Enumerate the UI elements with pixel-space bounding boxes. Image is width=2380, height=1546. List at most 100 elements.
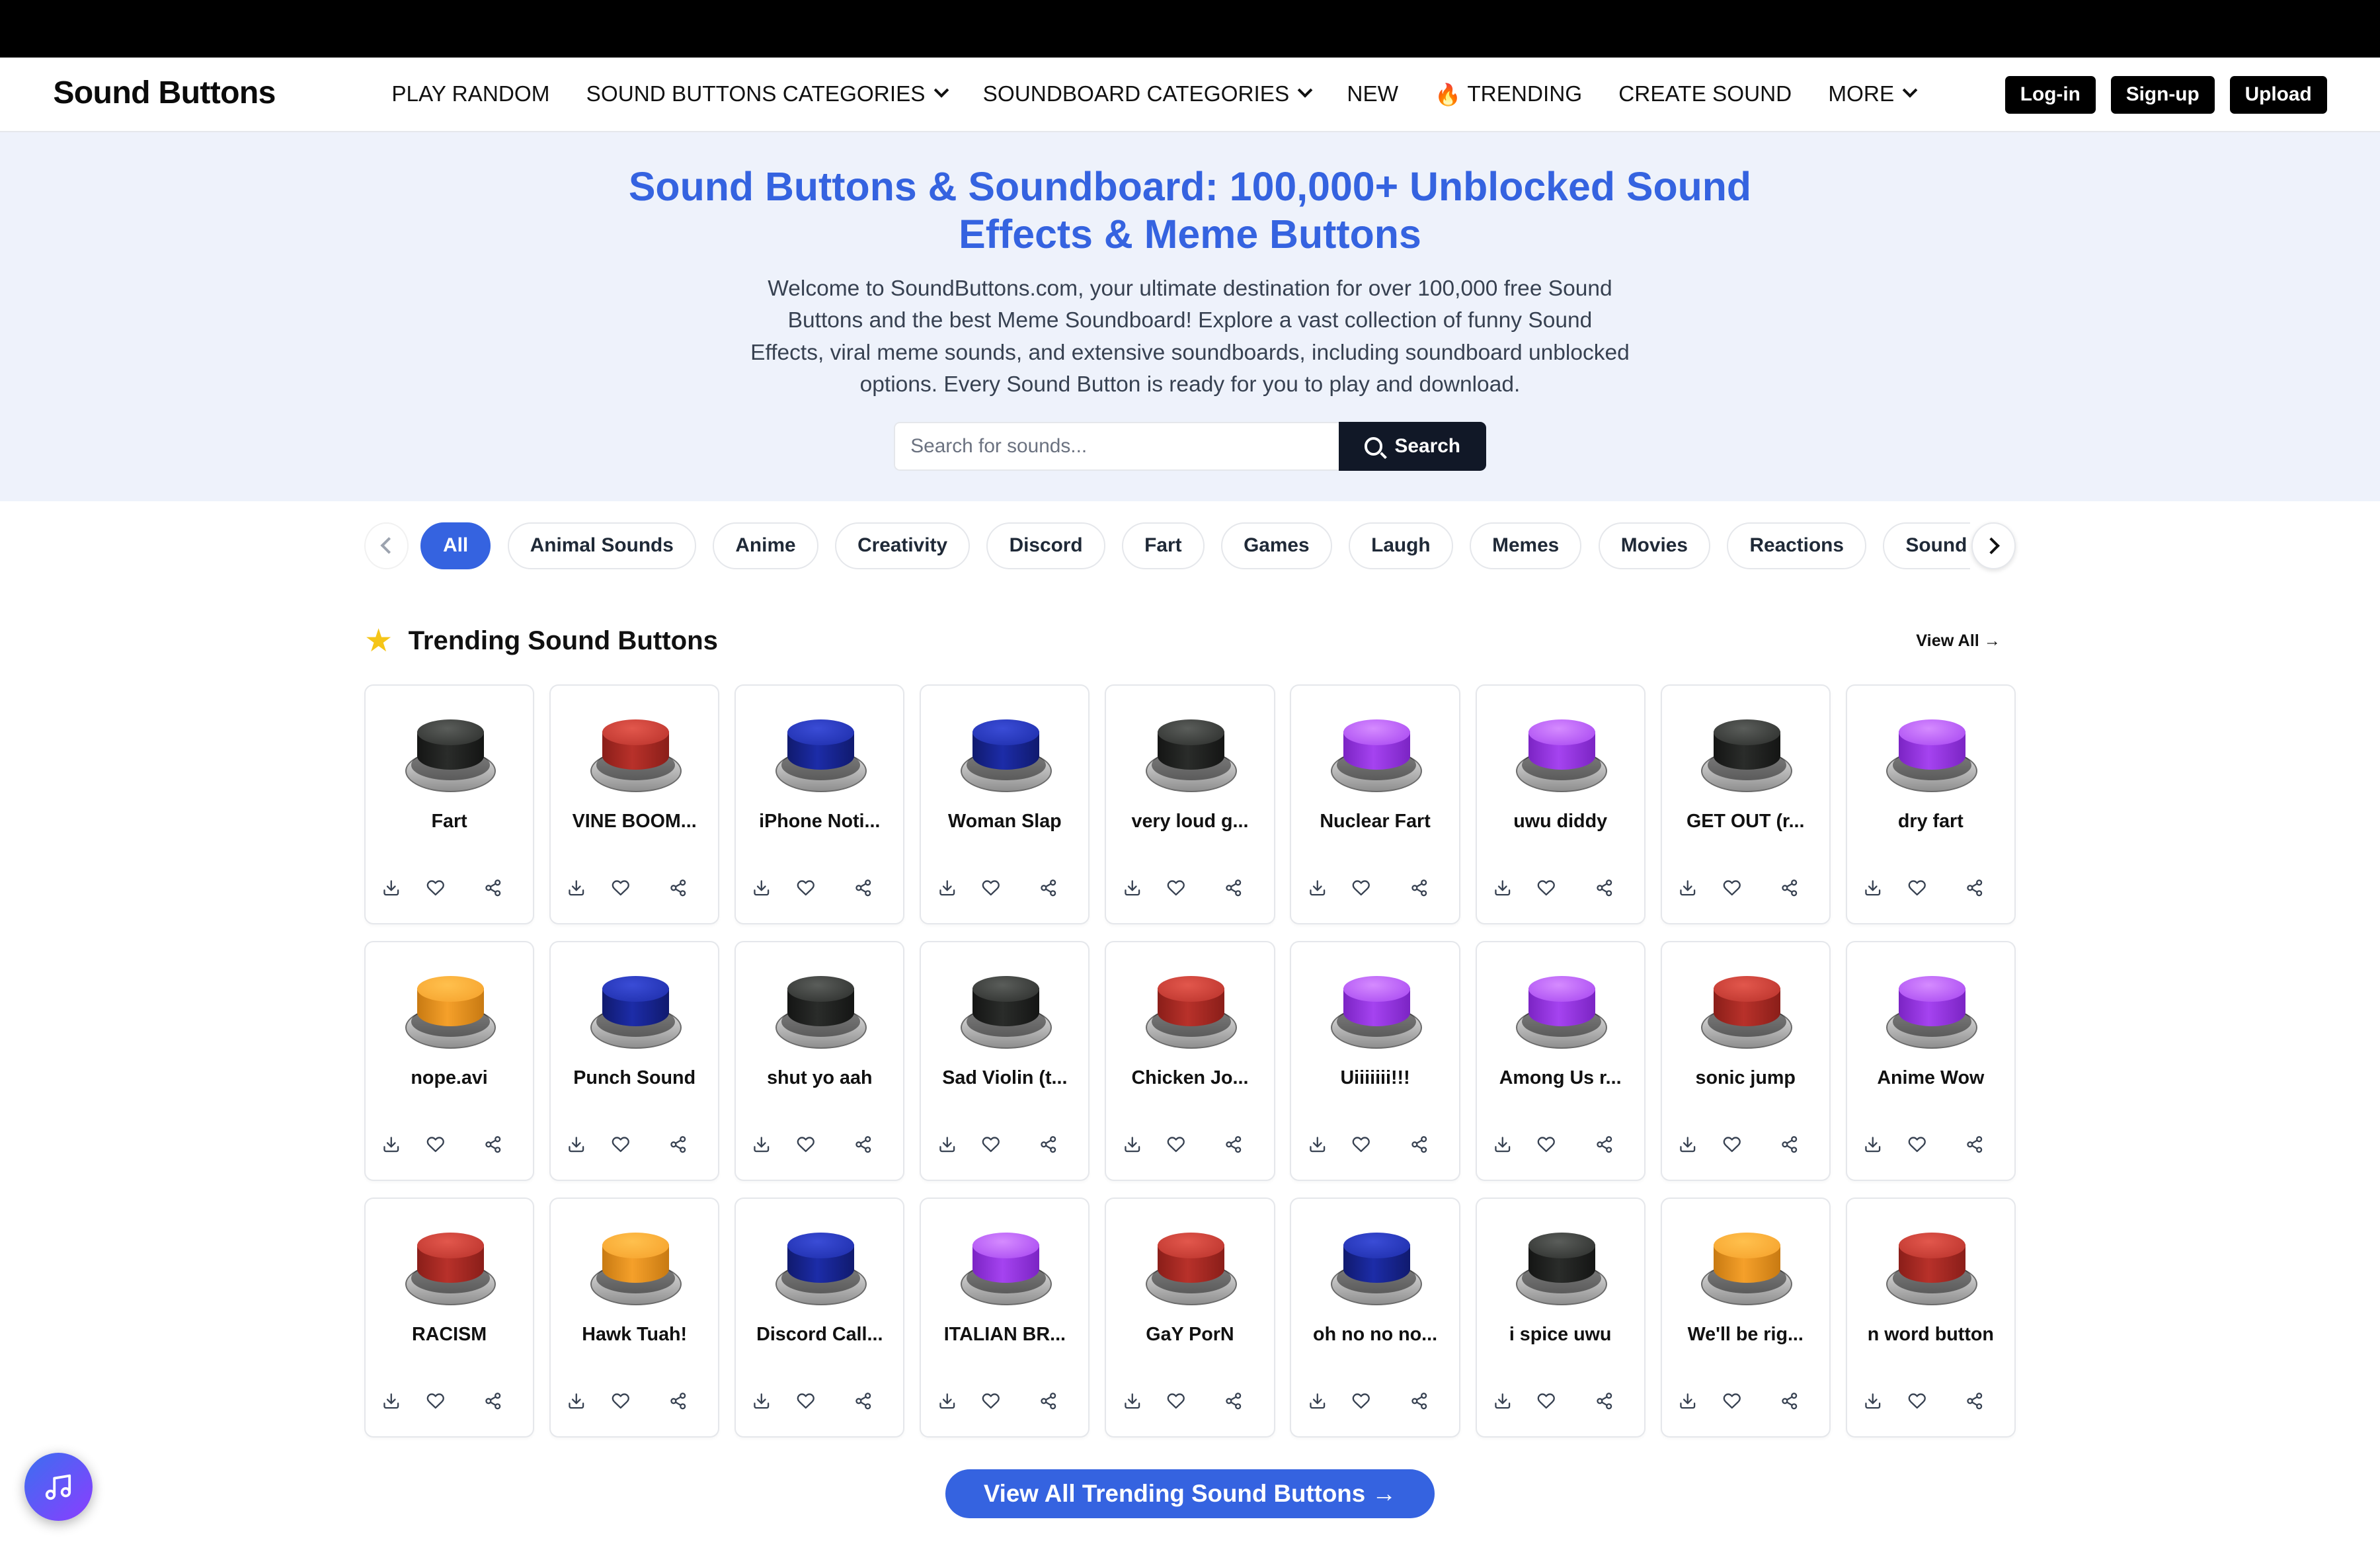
scroll-right-button[interactable]	[1971, 522, 2016, 569]
sound-play-button[interactable]	[1886, 1229, 1978, 1308]
download-icon[interactable]	[1862, 1391, 1884, 1412]
sound-play-button[interactable]	[1146, 973, 1237, 1051]
sound-name[interactable]: Sad Violin (t...	[927, 1067, 1082, 1089]
share-icon[interactable]	[1038, 1391, 1059, 1412]
download-icon[interactable]	[1121, 877, 1142, 899]
sound-name[interactable]: sonic jump	[1668, 1067, 1823, 1089]
share-icon[interactable]	[483, 1134, 504, 1155]
share-icon[interactable]	[1778, 877, 1800, 899]
download-icon[interactable]	[381, 1391, 402, 1412]
heart-icon[interactable]	[610, 1134, 631, 1155]
sound-name[interactable]: Hawk Tuah!	[557, 1324, 712, 1346]
download-icon[interactable]	[1306, 1391, 1328, 1412]
share-icon[interactable]	[1593, 877, 1614, 899]
sound-name[interactable]: Uiiiiiii!!!	[1298, 1067, 1453, 1089]
download-icon[interactable]	[381, 1134, 402, 1155]
sound-play-button[interactable]	[960, 716, 1052, 795]
sound-play-button[interactable]	[590, 1229, 682, 1308]
category-chip-animal-sounds[interactable]: Animal Sounds	[507, 522, 696, 569]
view-all-link[interactable]: View All →	[1916, 631, 2001, 651]
share-icon[interactable]	[1778, 1134, 1800, 1155]
heart-icon[interactable]	[1906, 1134, 1927, 1155]
heart-icon[interactable]	[425, 1134, 446, 1155]
category-chip-creativity[interactable]: Creativity	[834, 522, 971, 569]
download-icon[interactable]	[1677, 877, 1698, 899]
sound-play-button[interactable]	[1331, 1229, 1422, 1308]
download-icon[interactable]	[566, 1134, 587, 1155]
sound-play-button[interactable]	[1331, 716, 1422, 795]
download-icon[interactable]	[381, 877, 402, 899]
heart-icon[interactable]	[980, 1134, 1002, 1155]
share-icon[interactable]	[1964, 877, 1985, 899]
share-icon[interactable]	[668, 1134, 689, 1155]
login-button[interactable]: Log-in	[2004, 75, 2096, 114]
heart-icon[interactable]	[1351, 877, 1372, 899]
download-icon[interactable]	[1862, 1134, 1884, 1155]
sound-name[interactable]: Nuclear Fart	[1298, 811, 1453, 833]
share-icon[interactable]	[668, 877, 689, 899]
sound-name[interactable]: Fart	[372, 811, 527, 833]
share-icon[interactable]	[1408, 1134, 1429, 1155]
sound-play-button[interactable]	[775, 1229, 867, 1308]
download-icon[interactable]	[751, 1134, 772, 1155]
heart-icon[interactable]	[1351, 1134, 1372, 1155]
download-icon[interactable]	[1677, 1134, 1698, 1155]
heart-icon[interactable]	[1166, 1391, 1187, 1412]
sound-name[interactable]: GET OUT (r...	[1668, 811, 1823, 833]
sound-play-button[interactable]	[775, 973, 867, 1051]
heart-icon[interactable]	[1166, 877, 1187, 899]
heart-icon[interactable]	[425, 1391, 446, 1412]
nav-item-new[interactable]: NEW	[1347, 82, 1398, 107]
sound-name[interactable]: i spice uwu	[1483, 1324, 1638, 1346]
heart-icon[interactable]	[795, 877, 816, 899]
share-icon[interactable]	[853, 1391, 874, 1412]
heart-icon[interactable]	[1906, 877, 1927, 899]
sound-name[interactable]: VINE BOOM...	[557, 811, 712, 833]
sound-play-button[interactable]	[960, 1229, 1052, 1308]
category-chip-all[interactable]: All	[420, 522, 491, 569]
share-icon[interactable]	[483, 877, 504, 899]
sound-play-button[interactable]	[1146, 1229, 1237, 1308]
nav-item-more[interactable]: MORE	[1828, 82, 1918, 107]
share-icon[interactable]	[853, 1134, 874, 1155]
download-icon[interactable]	[1492, 1134, 1513, 1155]
download-icon[interactable]	[936, 1391, 957, 1412]
sound-name[interactable]: iPhone Noti...	[742, 811, 897, 833]
download-icon[interactable]	[1306, 877, 1328, 899]
heart-icon[interactable]	[980, 1391, 1002, 1412]
sound-play-button[interactable]	[1701, 973, 1793, 1051]
download-icon[interactable]	[1121, 1391, 1142, 1412]
sound-name[interactable]: ITALIAN BR...	[927, 1324, 1082, 1346]
share-icon[interactable]	[1408, 1391, 1429, 1412]
sound-name[interactable]: nope.avi	[372, 1067, 527, 1089]
nav-item-soundboard-categories[interactable]: SOUNDBOARD CATEGORIES	[983, 82, 1313, 107]
download-icon[interactable]	[936, 1134, 957, 1155]
share-icon[interactable]	[1964, 1391, 1985, 1412]
share-icon[interactable]	[1223, 1391, 1244, 1412]
share-icon[interactable]	[1038, 877, 1059, 899]
heart-icon[interactable]	[1721, 1391, 1742, 1412]
heart-icon[interactable]	[1721, 1134, 1742, 1155]
share-icon[interactable]	[483, 1391, 504, 1412]
heart-icon[interactable]	[1536, 1391, 1557, 1412]
sound-name[interactable]: very loud g...	[1113, 811, 1268, 833]
sound-play-button[interactable]	[590, 973, 682, 1051]
sound-name[interactable]: dry fart	[1853, 811, 2008, 833]
view-all-trending-button[interactable]: View All Trending Sound Buttons →	[945, 1469, 1435, 1518]
download-icon[interactable]	[566, 1391, 587, 1412]
nav-item-sound-buttons-categories[interactable]: SOUND BUTTONS CATEGORIES	[586, 82, 949, 107]
share-icon[interactable]	[1964, 1134, 1985, 1155]
sound-play-button[interactable]	[1516, 973, 1608, 1051]
sound-play-button[interactable]	[405, 1229, 496, 1308]
sound-name[interactable]: Anime Wow	[1853, 1067, 2008, 1089]
category-chip-memes[interactable]: Memes	[1469, 522, 1582, 569]
sound-name[interactable]: oh no no no...	[1298, 1324, 1453, 1346]
sound-play-button[interactable]	[405, 973, 496, 1051]
category-chip-movies[interactable]: Movies	[1598, 522, 1711, 569]
download-icon[interactable]	[1492, 1391, 1513, 1412]
sound-play-button[interactable]	[405, 716, 496, 795]
sound-play-button[interactable]	[1701, 716, 1793, 795]
nav-item-create-sound[interactable]: CREATE SOUND	[1618, 82, 1792, 107]
search-input[interactable]	[894, 422, 1339, 471]
heart-icon[interactable]	[1906, 1391, 1927, 1412]
